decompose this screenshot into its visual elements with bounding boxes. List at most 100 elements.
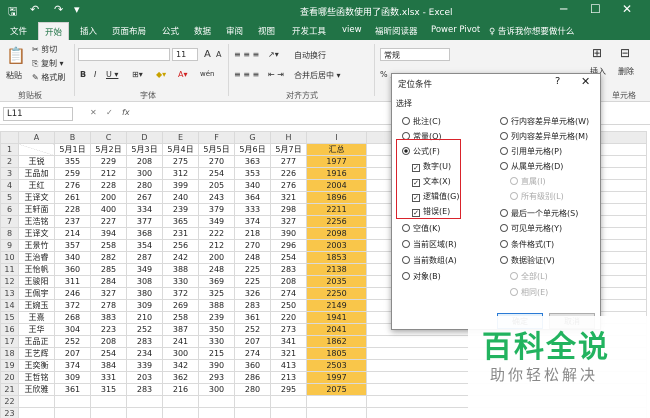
- value-cell[interactable]: 283: [270, 263, 307, 276]
- value-cell[interactable]: 223: [90, 323, 127, 336]
- radio-right-9[interactable]: 数据验证(V): [500, 255, 555, 266]
- radio-icon[interactable]: [500, 224, 508, 232]
- value-cell[interactable]: 212: [90, 167, 127, 180]
- row-header[interactable]: 16: [0, 323, 19, 336]
- value-cell[interactable]: 216: [162, 383, 199, 396]
- value-cell[interactable]: 240: [162, 191, 199, 204]
- row-header[interactable]: 14: [0, 299, 19, 312]
- value-cell[interactable]: 237: [54, 215, 91, 228]
- radio-icon[interactable]: [500, 256, 508, 264]
- radio-right-6[interactable]: 最后一个单元格(S): [500, 208, 578, 219]
- value-cell[interactable]: 369: [198, 275, 235, 288]
- value-cell[interactable]: 309: [54, 371, 91, 384]
- value-cell[interactable]: 268: [54, 311, 91, 324]
- value-cell[interactable]: 341: [270, 335, 307, 348]
- radio-left-10[interactable]: 对象(B): [402, 271, 441, 282]
- tab-view-en[interactable]: view: [342, 25, 362, 35]
- value-cell[interactable]: 379: [198, 203, 235, 216]
- value-cell[interactable]: 280: [126, 179, 163, 192]
- tab-developer[interactable]: 开发工具: [292, 25, 326, 37]
- row-header[interactable]: 7: [0, 215, 19, 228]
- value-cell[interactable]: 394: [90, 227, 127, 240]
- header-cell[interactable]: 5月3日: [126, 143, 163, 156]
- total-cell[interactable]: 1997: [306, 371, 367, 384]
- value-cell[interactable]: 300: [126, 167, 163, 180]
- header-cell[interactable]: 5月2日: [90, 143, 127, 156]
- value-cell[interactable]: 321: [270, 191, 307, 204]
- name-cell[interactable]: 王佩宇: [18, 287, 55, 300]
- value-cell[interactable]: 248: [198, 263, 235, 276]
- value-cell[interactable]: 308: [126, 275, 163, 288]
- total-cell[interactable]: 1916: [306, 167, 367, 180]
- header-cell[interactable]: 汇总: [306, 143, 367, 156]
- insert-function-icon[interactable]: fx: [122, 108, 130, 117]
- value-cell[interactable]: 274: [234, 347, 271, 360]
- value-cell[interactable]: 239: [198, 311, 235, 324]
- orientation-icon[interactable]: ↗▾: [268, 50, 279, 59]
- format-painter-button[interactable]: ✎ 格式刷: [32, 72, 65, 83]
- value-cell[interactable]: 342: [162, 359, 199, 372]
- value-cell[interactable]: 357: [54, 239, 91, 252]
- value-cell[interactable]: 208: [90, 335, 127, 348]
- radio-icon[interactable]: [402, 240, 410, 248]
- insert-cells-icon[interactable]: ⊞: [592, 46, 602, 60]
- total-cell[interactable]: 1862: [306, 335, 367, 348]
- total-cell[interactable]: 2211: [306, 203, 367, 216]
- radio-right-8[interactable]: 条件格式(T): [500, 239, 554, 250]
- shrink-font-button[interactable]: A: [216, 50, 221, 59]
- value-cell[interactable]: 399: [162, 179, 199, 192]
- value-cell[interactable]: 208: [126, 155, 163, 168]
- radio-right-1[interactable]: 列内容差异单元格(M): [500, 131, 588, 142]
- value-cell[interactable]: 231: [162, 227, 199, 240]
- header-cell[interactable]: 5月1日: [54, 143, 91, 156]
- value-cell[interactable]: 214: [54, 227, 91, 240]
- name-cell[interactable]: 王译文: [18, 191, 55, 204]
- row-header[interactable]: 18: [0, 347, 19, 360]
- value-cell[interactable]: 252: [126, 323, 163, 336]
- name-cell[interactable]: 王浩铭: [18, 215, 55, 228]
- empty-cell[interactable]: [306, 407, 367, 418]
- radio-icon[interactable]: [402, 272, 410, 280]
- value-cell[interactable]: 275: [162, 155, 199, 168]
- number-format-combo[interactable]: 常规: [380, 48, 450, 61]
- indent-icon[interactable]: ⇤ ⇥: [268, 70, 284, 79]
- row-header[interactable]: 17: [0, 335, 19, 348]
- name-cell[interactable]: 王品正: [18, 335, 55, 348]
- header-cell[interactable]: [18, 143, 55, 156]
- value-cell[interactable]: 363: [234, 155, 271, 168]
- empty-cell[interactable]: [18, 395, 55, 408]
- total-cell[interactable]: 1941: [306, 311, 367, 324]
- undo-icon[interactable]: ↶: [30, 3, 39, 16]
- value-cell[interactable]: 212: [198, 239, 235, 252]
- row-header[interactable]: 21: [0, 383, 19, 396]
- empty-cell[interactable]: [126, 395, 163, 408]
- row-header[interactable]: 1: [0, 143, 19, 156]
- header-cell[interactable]: 5月4日: [162, 143, 199, 156]
- value-cell[interactable]: 270: [234, 239, 271, 252]
- value-cell[interactable]: 350: [198, 323, 235, 336]
- total-cell[interactable]: 2250: [306, 287, 367, 300]
- total-cell[interactable]: 2035: [306, 275, 367, 288]
- align-left-icon[interactable]: ≡ ≡ ≡: [234, 70, 259, 79]
- row-header[interactable]: 5: [0, 191, 19, 204]
- value-cell[interactable]: 361: [54, 383, 91, 396]
- font-size-combo[interactable]: 11: [172, 48, 198, 61]
- value-cell[interactable]: 340: [234, 179, 271, 192]
- value-cell[interactable]: 280: [234, 383, 271, 396]
- tab-foxit[interactable]: 福昕阅读器: [375, 25, 418, 37]
- value-cell[interactable]: 243: [198, 191, 235, 204]
- value-cell[interactable]: 387: [162, 323, 199, 336]
- value-cell[interactable]: 339: [126, 359, 163, 372]
- value-cell[interactable]: 258: [90, 239, 127, 252]
- value-cell[interactable]: 360: [234, 359, 271, 372]
- row-header[interactable]: 23: [0, 407, 19, 418]
- row-header[interactable]: 10: [0, 251, 19, 264]
- merge-center-button[interactable]: 合并后居中 ▾: [294, 70, 341, 81]
- font-color-icon[interactable]: A▾: [178, 70, 188, 79]
- row-header[interactable]: 12: [0, 275, 19, 288]
- row-header[interactable]: 8: [0, 227, 19, 240]
- header-cell[interactable]: 5月7日: [270, 143, 307, 156]
- value-cell[interactable]: 390: [198, 359, 235, 372]
- tab-data[interactable]: 数据: [194, 25, 211, 37]
- value-cell[interactable]: 282: [90, 251, 127, 264]
